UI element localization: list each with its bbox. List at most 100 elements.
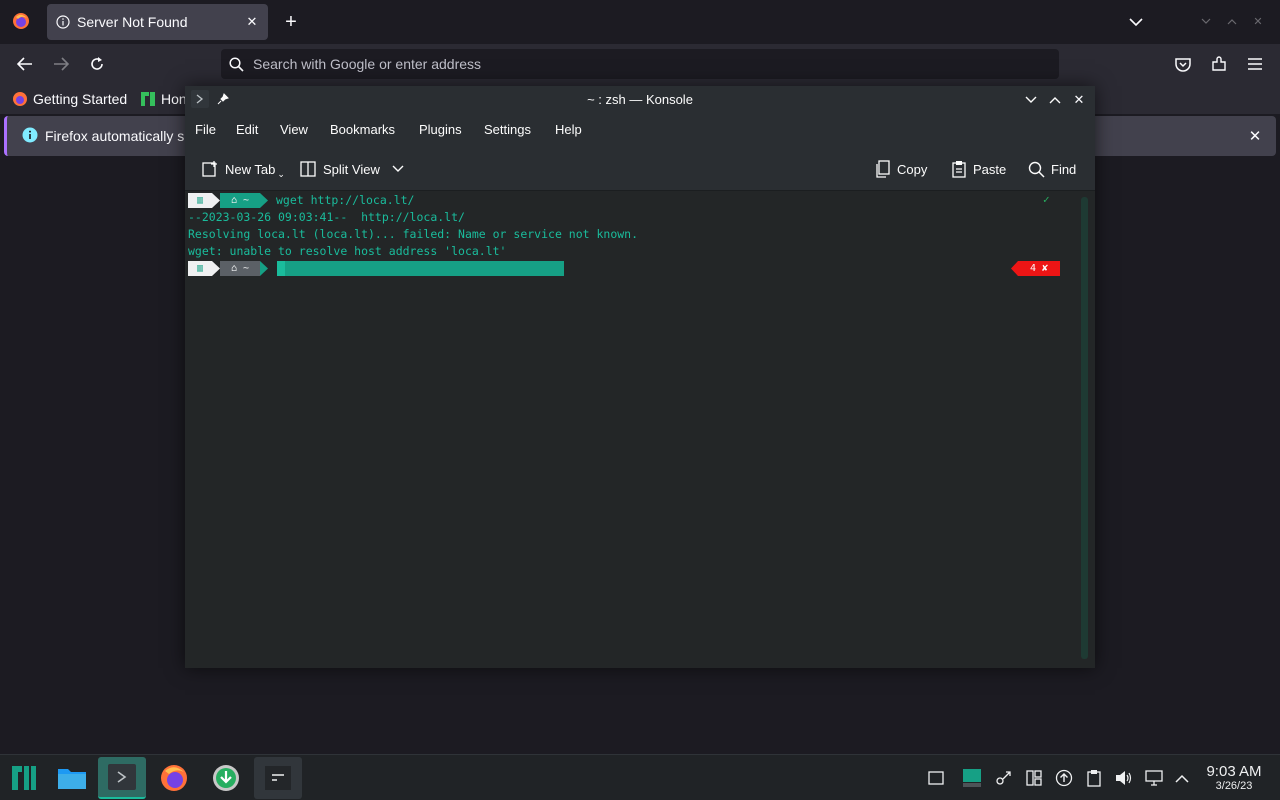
- reload-icon[interactable]: [86, 53, 108, 75]
- info-icon: [21, 126, 39, 144]
- firefox-icon: [161, 765, 187, 791]
- taskbar-file-manager[interactable]: [48, 757, 96, 799]
- autosuggestion-highlight: [285, 261, 564, 276]
- new-tab-button[interactable]: New Tab ⌄: [201, 158, 285, 180]
- clock[interactable]: 9:03 AM 3/26/23: [1198, 763, 1270, 793]
- menu-view[interactable]: View: [280, 122, 308, 137]
- paste-button[interactable]: Paste: [951, 158, 1006, 180]
- package-manager-icon[interactable]: [1024, 768, 1044, 788]
- terminal-output-line: --2023-03-26 09:03:41-- http://loca.lt/: [188, 210, 465, 224]
- paste-icon: [952, 161, 966, 178]
- prompt-separator-icon: [260, 261, 268, 276]
- prompt-separator-icon: [212, 193, 220, 208]
- manjaro-prompt-icon: ▥: [196, 195, 204, 206]
- home-icon: ⌂: [230, 263, 237, 274]
- window-title: ~ : zsh — Konsole: [587, 92, 693, 107]
- tray-expand-icon[interactable]: [1172, 768, 1192, 788]
- volume-icon[interactable]: [1114, 768, 1134, 788]
- prompt-separator-icon: [260, 193, 268, 208]
- bookmark-getting-started[interactable]: Getting Started: [12, 90, 127, 108]
- minimize-window-icon[interactable]: [1198, 13, 1214, 29]
- manjaro-bookmark-icon: [141, 92, 155, 106]
- home-icon: ⌂: [230, 195, 237, 206]
- info-icon: [55, 14, 71, 30]
- minimize-icon[interactable]: [1023, 92, 1039, 108]
- prompt-dir-segment: ⌂ ~: [220, 193, 260, 208]
- clipboard-icon[interactable]: [1084, 768, 1104, 788]
- error-status-segment: 4 ✘: [1018, 261, 1060, 276]
- konsole-title-bar[interactable]: ~ : zsh — Konsole ✕: [185, 86, 1095, 114]
- list-all-tabs-icon[interactable]: [1126, 12, 1146, 32]
- updates-icon[interactable]: [1054, 768, 1074, 788]
- kde-connect-icon[interactable]: [994, 768, 1014, 788]
- terminal-output-line: wget: unable to resolve host address 'lo…: [188, 244, 507, 258]
- status-ok-icon: ✓: [1043, 193, 1050, 206]
- close-window-icon[interactable]: ✕: [1250, 13, 1266, 29]
- firefox-tab-bar: Server Not Found ✕ + ✕: [0, 0, 1280, 44]
- chevron-down-icon[interactable]: [392, 165, 404, 173]
- taskbar-konsole[interactable]: [98, 757, 146, 799]
- download-icon: [213, 765, 239, 791]
- terminal-scrollbar[interactable]: [1081, 197, 1088, 659]
- manjaro-logo-icon: [12, 766, 36, 790]
- taskbar-terminal[interactable]: [254, 757, 302, 799]
- new-tab-button[interactable]: +: [280, 11, 302, 33]
- extensions-icon[interactable]: [1208, 53, 1230, 75]
- close-tab-icon[interactable]: ✕: [243, 13, 261, 31]
- terminal-command: wget http://loca.lt/: [276, 193, 415, 207]
- menu-bookmarks[interactable]: Bookmarks: [330, 122, 395, 137]
- prompt-os-segment: ▥: [188, 193, 212, 208]
- close-notification-icon[interactable]: ✕: [1245, 126, 1265, 146]
- prompt-dir-segment: ⌂ ~: [220, 261, 260, 276]
- find-button[interactable]: Find: [1028, 158, 1076, 180]
- folder-icon: [58, 769, 86, 789]
- notification-text: Firefox automatically s: [45, 128, 185, 144]
- search-icon: [227, 55, 245, 73]
- show-desktop-icon[interactable]: [926, 768, 946, 788]
- menu-settings[interactable]: Settings: [484, 122, 531, 137]
- konsole-window: ~ : zsh — Konsole ✕ File Edit View Bookm…: [185, 86, 1095, 668]
- tab-server-not-found[interactable]: Server Not Found ✕: [47, 4, 268, 40]
- taskbar-firefox[interactable]: [150, 757, 198, 799]
- split-view-icon: [300, 161, 316, 177]
- taskbar: 9:03 AM 3/26/23: [0, 754, 1280, 800]
- copy-button[interactable]: Copy: [875, 158, 927, 180]
- terminal-icon: [265, 766, 291, 790]
- split-view-button[interactable]: Split View: [299, 158, 404, 180]
- clock-date: 3/26/23: [1215, 780, 1253, 792]
- terminal-cursor: [277, 261, 285, 276]
- menu-help[interactable]: Help: [555, 122, 582, 137]
- maximize-window-icon[interactable]: [1224, 13, 1240, 29]
- close-icon[interactable]: ✕: [1071, 92, 1087, 108]
- prompt-separator-icon: [212, 261, 220, 276]
- new-tab-icon: [202, 161, 217, 177]
- manjaro-prompt-icon: ▥: [196, 263, 204, 274]
- firefox-menu-icon[interactable]: [10, 10, 32, 32]
- maximize-icon[interactable]: [1047, 92, 1063, 108]
- error-separator-icon: [1011, 261, 1018, 276]
- menu-file[interactable]: File: [195, 122, 216, 137]
- copy-icon: [876, 160, 890, 178]
- pager-icon[interactable]: [962, 768, 982, 788]
- back-icon[interactable]: [14, 53, 36, 75]
- network-icon[interactable]: [1144, 768, 1164, 788]
- prompt-os-segment: ▥: [188, 261, 212, 276]
- bookmark-home[interactable]: Hon: [140, 90, 187, 108]
- new-tab-dropdown-icon: ⌄: [277, 168, 285, 179]
- clock-time: 9:03 AM: [1206, 763, 1262, 780]
- terminal-area[interactable]: ▥ ⌂ ~ wget http://loca.lt/ ✓ --2023-03-2…: [185, 191, 1095, 668]
- app-launcher-button[interactable]: [0, 757, 48, 799]
- find-icon: [1028, 161, 1045, 178]
- menu-edit[interactable]: Edit: [236, 122, 258, 137]
- tab-title: Server Not Found: [77, 14, 188, 30]
- konsole-icon: [108, 764, 136, 790]
- menu-plugins[interactable]: Plugins: [419, 122, 462, 137]
- hamburger-menu-icon[interactable]: [1244, 53, 1266, 75]
- menu-bar: [185, 114, 1095, 146]
- pocket-icon[interactable]: [1172, 53, 1194, 75]
- terminal-output-line: Resolving loca.lt (loca.lt)... failed: N…: [188, 227, 639, 241]
- taskbar-downloader[interactable]: [202, 757, 250, 799]
- url-bar[interactable]: Search with Google or enter address: [221, 49, 1059, 79]
- forward-icon[interactable]: [50, 53, 72, 75]
- url-placeholder: Search with Google or enter address: [253, 56, 482, 72]
